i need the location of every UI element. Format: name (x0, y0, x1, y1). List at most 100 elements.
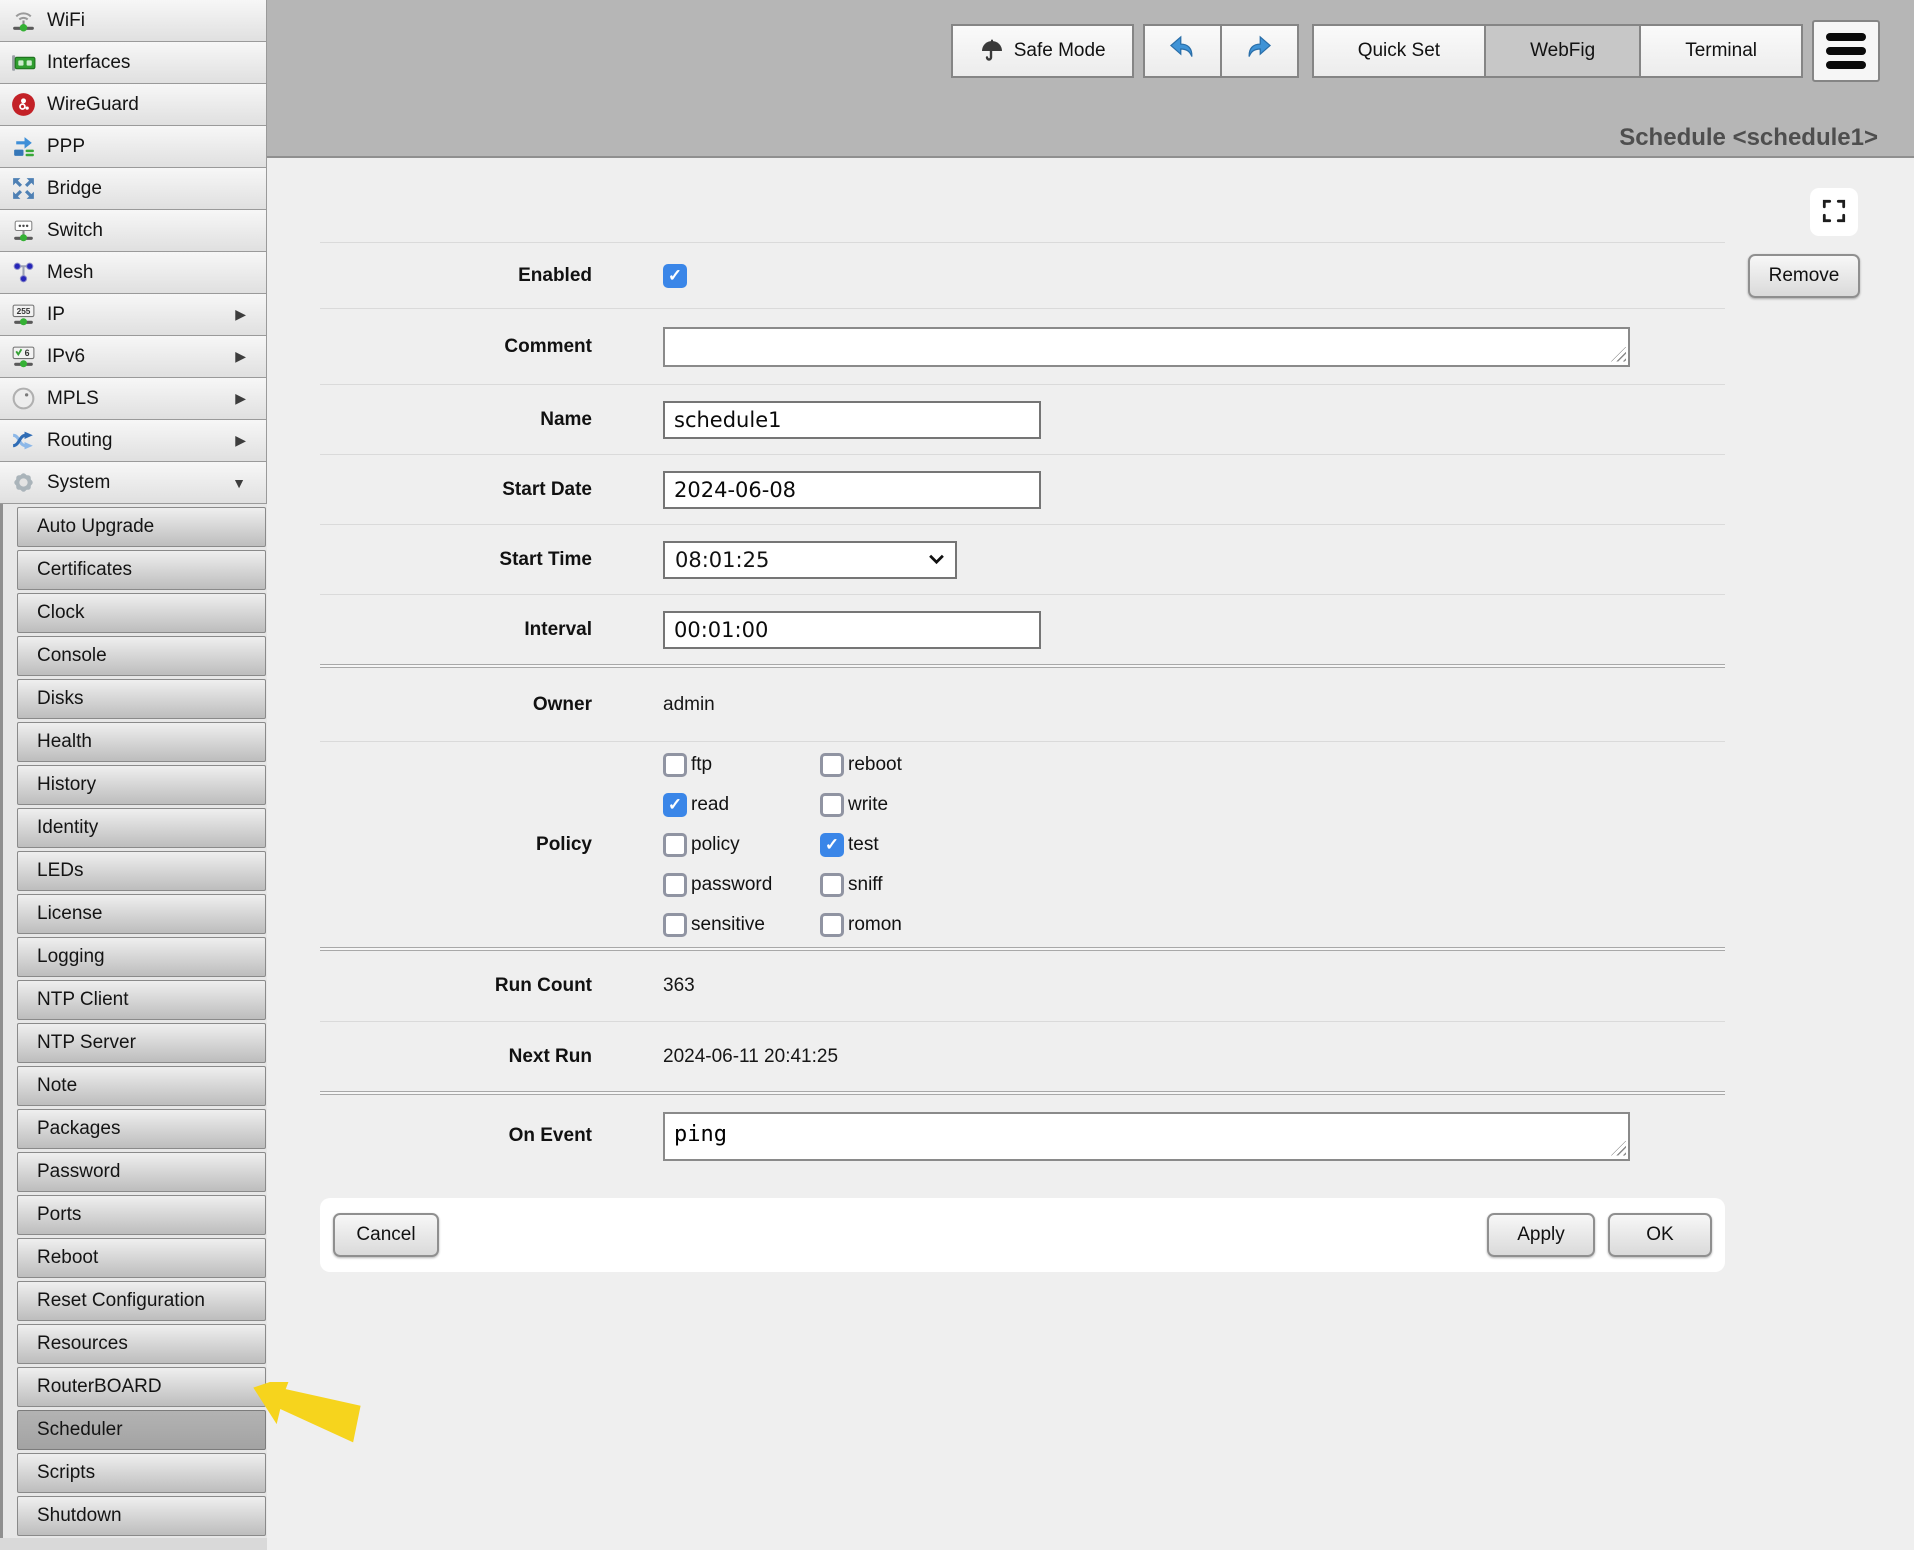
menu-button[interactable] (1812, 20, 1880, 82)
start-time-select[interactable]: 08:01:25 (663, 541, 957, 579)
sidebar: WiFiInterfacesWireGuardPPPBridgeSwitchMe… (0, 0, 267, 1550)
sidebar-item-note[interactable]: Note (17, 1066, 266, 1106)
policy-checkbox-romon[interactable] (820, 913, 844, 937)
policy-label: Policy (320, 834, 592, 856)
policy-checkbox-password[interactable] (663, 873, 687, 897)
policy-option-reboot: reboot (820, 753, 990, 777)
name-input[interactable] (663, 401, 1041, 439)
sidebar-item-password[interactable]: Password (17, 1152, 266, 1192)
form-row-policy: Policy ftprebootreadwritepolicytestpassw… (320, 741, 1725, 947)
sidebar-item-reboot[interactable]: Reboot (17, 1238, 266, 1278)
form-row-owner: Owner admin (320, 668, 1725, 741)
mode-tab-group: Quick SetWebFigTerminal (1312, 24, 1803, 78)
start-date-input[interactable] (663, 471, 1041, 509)
sidebar-item-shutdown[interactable]: Shutdown (17, 1496, 266, 1536)
sidebar-item-packages[interactable]: Packages (17, 1109, 266, 1149)
tab-quick-set[interactable]: Quick Set (1312, 24, 1486, 78)
toolbar: Safe Mode Quick SetWebFigTerminal (951, 20, 1880, 82)
form-row-next-run: Next Run 2024-06-11 20:41:25 (320, 1021, 1725, 1091)
sidebar-item-leds[interactable]: LEDs (17, 851, 266, 891)
mpls-icon (10, 385, 37, 412)
sidebar-item-bridge[interactable]: Bridge (0, 168, 267, 210)
redo-arrow-icon (1243, 32, 1275, 70)
sidebar-item-history[interactable]: History (17, 765, 266, 805)
sidebar-item-health[interactable]: Health (17, 722, 266, 762)
sidebar-item-mpls[interactable]: MPLS▶ (0, 378, 267, 420)
sidebar-item-certificates[interactable]: Certificates (17, 550, 266, 590)
umbrella-icon (979, 38, 1005, 64)
sidebar-item-ppp[interactable]: PPP (0, 126, 267, 168)
sidebar-item-interfaces[interactable]: Interfaces (0, 42, 267, 84)
policy-checkbox-grid: ftprebootreadwritepolicytestpasswordsnif… (663, 753, 990, 937)
sidebar-item-switch[interactable]: Switch (0, 210, 267, 252)
sidebar-item-ntp-server[interactable]: NTP Server (17, 1023, 266, 1063)
chevron-right-icon: ▶ (235, 348, 246, 365)
ip-icon: 255 (10, 301, 37, 328)
policy-option-test: test (820, 833, 990, 857)
policy-checkbox-write[interactable] (820, 793, 844, 817)
tab-webfig[interactable]: WebFig (1484, 24, 1641, 78)
sidebar-item-clock[interactable]: Clock (17, 593, 266, 633)
sidebar-item-wifi[interactable]: WiFi (0, 0, 267, 42)
start-date-label: Start Date (320, 479, 592, 501)
policy-option-policy: policy (663, 833, 820, 857)
sidebar-item-reset-configuration[interactable]: Reset Configuration (17, 1281, 266, 1321)
bridge-icon (10, 175, 37, 202)
owner-label: Owner (320, 694, 592, 716)
policy-checkbox-read[interactable] (663, 793, 687, 817)
fullscreen-button[interactable] (1810, 188, 1858, 236)
sidebar-item-mesh[interactable]: Mesh (0, 252, 267, 294)
sidebar-item-resources[interactable]: Resources (17, 1324, 266, 1364)
apply-button[interactable]: Apply (1487, 1213, 1595, 1257)
sidebar-item-scheduler[interactable]: Scheduler (17, 1410, 266, 1450)
undo-button[interactable] (1143, 24, 1222, 78)
sidebar-item-logging[interactable]: Logging (17, 937, 266, 977)
policy-checkbox-reboot[interactable] (820, 753, 844, 777)
sidebar-item-routerboard[interactable]: RouterBOARD (17, 1367, 266, 1407)
comment-textarea[interactable] (663, 327, 1630, 367)
interval-input[interactable] (663, 611, 1041, 649)
chevron-down-icon (928, 554, 945, 565)
policy-option-romon: romon (820, 913, 990, 937)
on-event-textarea[interactable]: ping (663, 1112, 1630, 1161)
interfaces-icon (10, 49, 37, 76)
policy-checkbox-sensitive[interactable] (663, 913, 687, 937)
safe-mode-button[interactable]: Safe Mode (951, 24, 1134, 78)
policy-checkbox-ftp[interactable] (663, 753, 687, 777)
sidebar-item-console[interactable]: Console (17, 636, 266, 676)
sidebar-item-wireguard[interactable]: WireGuard (0, 84, 267, 126)
sidebar-item-ip[interactable]: 255IP▶ (0, 294, 267, 336)
sidebar-item-license[interactable]: License (17, 894, 266, 934)
policy-option-sniff: sniff (820, 873, 990, 897)
policy-option-ftp: ftp (663, 753, 820, 777)
sidebar-item-routing[interactable]: Routing▶ (0, 420, 267, 462)
tab-terminal[interactable]: Terminal (1639, 24, 1803, 78)
ppp-icon (10, 133, 37, 160)
sidebar-item-auto-upgrade[interactable]: Auto Upgrade (17, 507, 266, 547)
ok-button[interactable]: OK (1608, 1213, 1712, 1257)
sidebar-item-disks[interactable]: Disks (17, 679, 266, 719)
enabled-checkbox[interactable] (663, 264, 687, 288)
mesh-icon (10, 259, 37, 286)
sidebar-item-ntp-client[interactable]: NTP Client (17, 980, 266, 1020)
sidebar-item-identity[interactable]: Identity (17, 808, 266, 848)
cancel-button[interactable]: Cancel (333, 1213, 439, 1257)
start-time-label: Start Time (320, 549, 592, 571)
redo-button[interactable] (1220, 24, 1299, 78)
sidebar-item-scripts[interactable]: Scripts (17, 1453, 266, 1493)
remove-button[interactable]: Remove (1748, 254, 1860, 298)
routing-icon (10, 427, 37, 454)
policy-checkbox-sniff[interactable] (820, 873, 844, 897)
sidebar-item-ports[interactable]: Ports (17, 1195, 266, 1235)
sidebar-item-ipv6[interactable]: 6IPv6▶ (0, 336, 267, 378)
svg-text:255: 255 (17, 306, 31, 316)
policy-option-read: read (663, 793, 820, 817)
form-row-start-date: Start Date (320, 454, 1725, 524)
policy-checkbox-test[interactable] (820, 833, 844, 857)
sidebar-item-system[interactable]: System▼ (0, 462, 267, 504)
run-count-value: 363 (663, 975, 695, 997)
policy-checkbox-policy[interactable] (663, 833, 687, 857)
system-gear-icon (10, 469, 37, 496)
form-row-run-count: Run Count 363 (320, 951, 1725, 1021)
page-title: Schedule <schedule1> (1619, 124, 1878, 152)
